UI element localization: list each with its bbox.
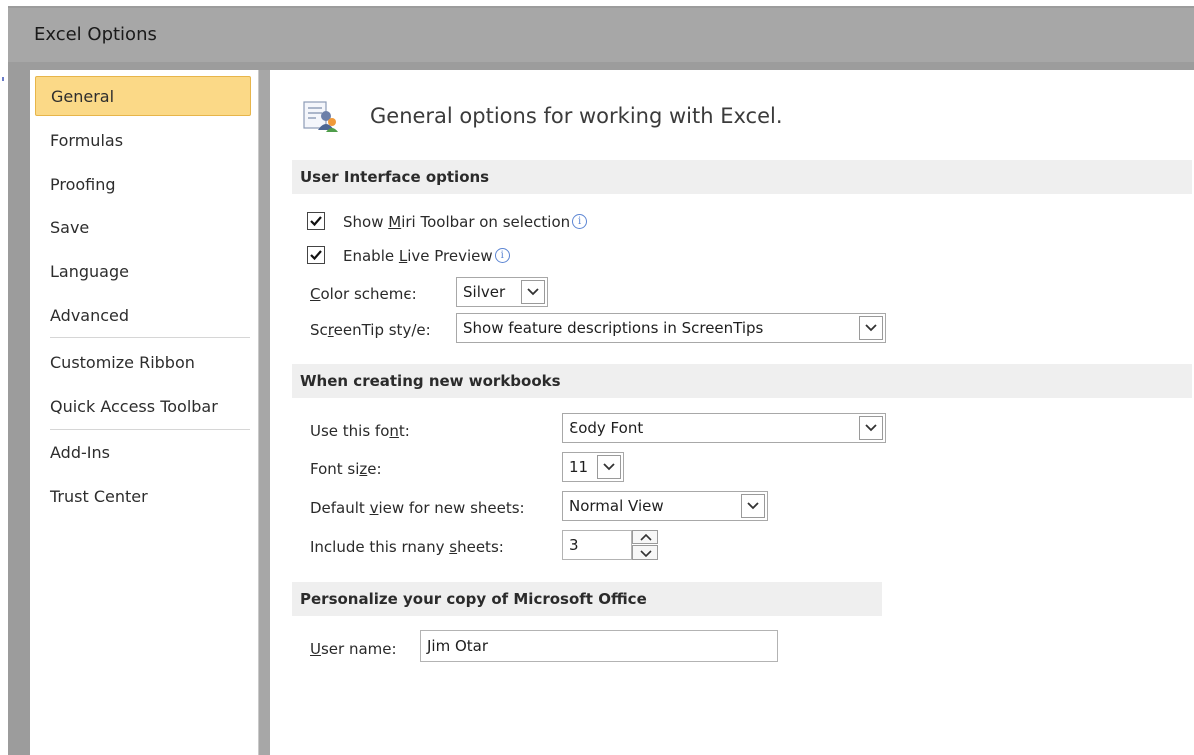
user-name-input[interactable]: Jim Otar <box>420 630 778 662</box>
sidebar-item-proofing[interactable]: Proofing <box>35 165 251 205</box>
chevron-down-icon[interactable] <box>521 280 545 304</box>
sidebar-separator <box>50 429 250 430</box>
color-scheme-dropdown[interactable]: Silver <box>456 277 548 307</box>
color-scheme-value: Silver <box>463 283 506 301</box>
live-preview-label[interactable]: Enable Live Preview i <box>343 247 510 265</box>
sidebar: General Formulas Proofing Save Language … <box>30 70 259 755</box>
mini-toolbar-checkbox[interactable] <box>307 212 325 230</box>
title-bar[interactable]: Excel Options <box>8 8 1194 62</box>
sidebar-item-language[interactable]: Language <box>35 252 251 292</box>
chevron-down-icon[interactable] <box>859 416 883 440</box>
screentip-style-label: ScreenTip sty/e: <box>310 321 431 339</box>
pane-divider <box>258 70 270 755</box>
sheet-count-spin-up[interactable] <box>632 530 658 544</box>
section-header-ui-options: User Interface options <box>292 160 1192 194</box>
sidebar-item-general[interactable]: General <box>35 76 251 116</box>
info-icon[interactable]: i <box>494 248 510 263</box>
sidebar-item-add-ins[interactable]: Add-Ins <box>35 433 251 473</box>
user-name-label: User name: <box>310 640 397 658</box>
checkmark-icon <box>310 250 322 261</box>
checkmark-icon <box>310 216 322 227</box>
sidebar-item-quick-access-toolbar[interactable]: Quick Access Toolbar <box>35 387 251 427</box>
color-scheme-label: Color schemє: <box>310 285 417 303</box>
font-value: Ɛody Font <box>569 419 644 437</box>
default-view-dropdown[interactable]: Normal View <box>562 491 768 521</box>
default-view-value: Normal View <box>569 497 664 515</box>
sidebar-separator <box>50 337 250 338</box>
chevron-down-icon[interactable] <box>597 455 621 479</box>
font-size-label: Font size: <box>310 460 382 478</box>
chevron-down-icon[interactable] <box>741 494 765 518</box>
font-dropdown[interactable]: Ɛody Font <box>562 413 886 443</box>
section-header-personalize: Personalize your copy of Microsoft Offic… <box>292 582 882 616</box>
sidebar-item-advanced[interactable]: Advanced <box>35 296 251 336</box>
sidebar-item-customize-ribbon[interactable]: Customize Ribbon <box>35 343 251 383</box>
edge-mark <box>2 77 4 81</box>
window-title: Excel Options <box>34 24 157 45</box>
sidebar-item-formulas[interactable]: Formulas <box>35 121 251 161</box>
sheet-count-spin-down[interactable] <box>632 545 658 560</box>
sidebar-item-save[interactable]: Save <box>35 208 251 248</box>
screentip-style-dropdown[interactable]: Show feature descriptions in ScreenTips <box>456 313 886 343</box>
font-label: Use this font: <box>310 422 410 440</box>
font-size-value: 11 <box>569 458 589 476</box>
main-panel: General options for working with Excel. … <box>270 70 1194 755</box>
general-options-icon <box>303 101 338 132</box>
chevron-up-icon <box>640 534 652 541</box>
sheet-count-input[interactable]: 3 <box>562 530 632 560</box>
screentip-style-value: Show feature descriptions in ScreenTips <box>463 319 764 337</box>
sheet-count-label: Include this rnany sheets: <box>310 538 504 556</box>
mini-toolbar-label[interactable]: Show Miri Toolbar on selection i <box>343 213 588 231</box>
chevron-down-icon[interactable] <box>859 316 883 340</box>
left-edge <box>0 0 8 755</box>
page-heading-text: General options for working with Excel. <box>370 104 783 128</box>
sidebar-item-trust-center[interactable]: Trust Center <box>35 477 251 517</box>
default-view-label: Default view for new sheets: <box>310 499 525 517</box>
font-size-dropdown[interactable]: 11 <box>562 452 624 482</box>
live-preview-checkbox[interactable] <box>307 246 325 264</box>
chevron-down-icon <box>640 550 652 557</box>
section-header-new-workbooks: When creating new workbooks <box>292 364 1192 398</box>
info-icon[interactable]: i <box>572 214 588 229</box>
